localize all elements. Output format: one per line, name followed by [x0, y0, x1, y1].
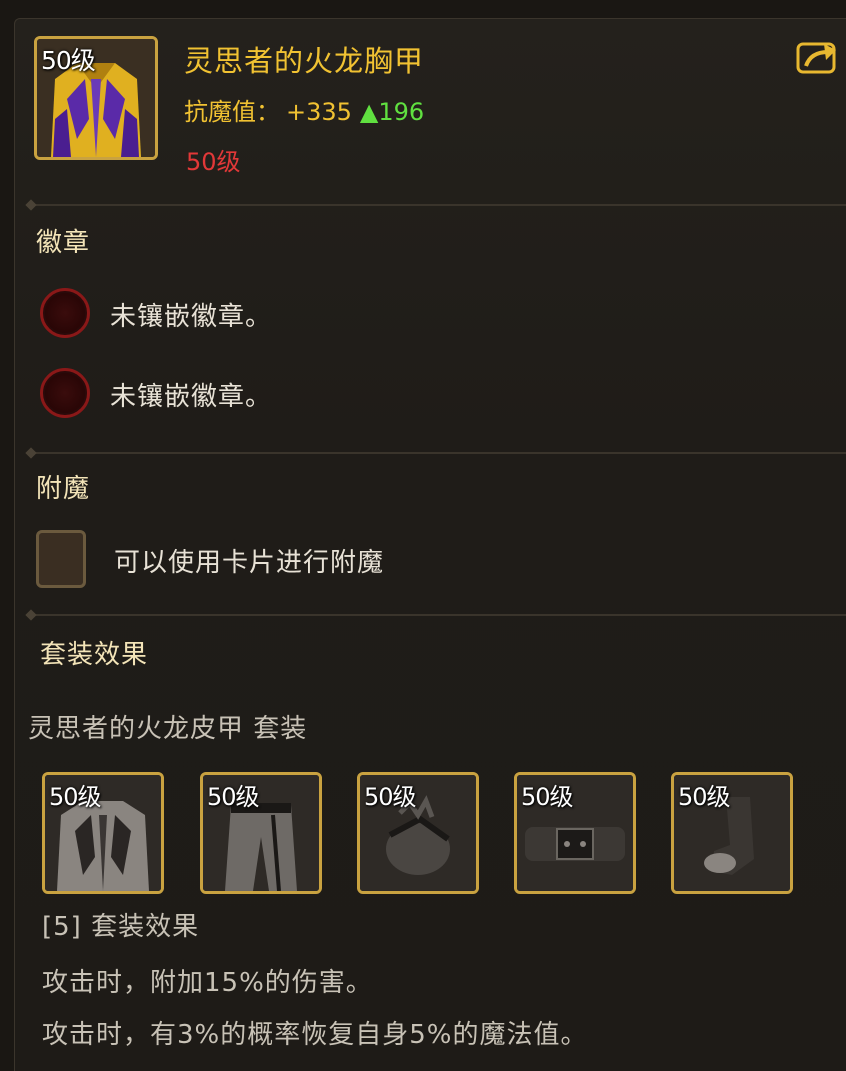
set-piece-level: 50级 [364, 783, 417, 811]
set-piece-boots[interactable]: 50级 [671, 772, 793, 894]
badge-socket-text: 未镶嵌徽章。 [110, 302, 273, 332]
set-piece-gloves[interactable]: 50级 [357, 772, 479, 894]
item-level-badge: 50级 [41, 46, 96, 75]
item-icon-slot[interactable]: 50级 [34, 36, 158, 160]
set-bonus-line: 攻击时，有3%的概率恢复自身5%的魔法值。 [42, 1020, 588, 1050]
set-title: 套装效果 [40, 640, 149, 670]
set-bonus-line: 攻击时，附加15%的伤害。 [42, 968, 373, 998]
stat-value: +335 [286, 98, 352, 126]
badge-socket-icon[interactable] [40, 288, 90, 338]
set-piece-pants[interactable]: 50级 [200, 772, 322, 894]
stat-increase: ▲196 [359, 98, 425, 126]
item-stat: 抗魔值： +335 ▲196 [184, 92, 424, 127]
divider [30, 204, 846, 206]
set-piece-level: 50级 [678, 783, 731, 811]
stat-label: 抗魔值： [184, 98, 280, 126]
badge-socket-text: 未镶嵌徽章。 [110, 382, 273, 412]
set-piece-belt[interactable]: 50级 [514, 772, 636, 894]
divider [30, 452, 846, 454]
set-piece-level: 50级 [207, 783, 260, 811]
enchant-title: 附魔 [36, 474, 91, 504]
set-piece-chest[interactable]: 50级 [42, 772, 164, 894]
divider [30, 614, 846, 616]
set-name: 灵思者的火龙皮甲 套装 [28, 714, 308, 744]
enchant-hint: 可以使用卡片进行附魔 [114, 548, 385, 578]
badges-title: 徽章 [36, 228, 91, 258]
required-level: 50级 [186, 148, 241, 176]
share-icon[interactable] [796, 40, 838, 74]
item-name: 灵思者的火龙胸甲 [184, 44, 425, 78]
set-piece-level: 50级 [49, 783, 102, 811]
set-bonus-header: [5] 套装效果 [42, 912, 200, 942]
set-piece-level: 50级 [521, 783, 574, 811]
badge-socket-icon[interactable] [40, 368, 90, 418]
enchant-card-slot[interactable] [36, 530, 86, 588]
